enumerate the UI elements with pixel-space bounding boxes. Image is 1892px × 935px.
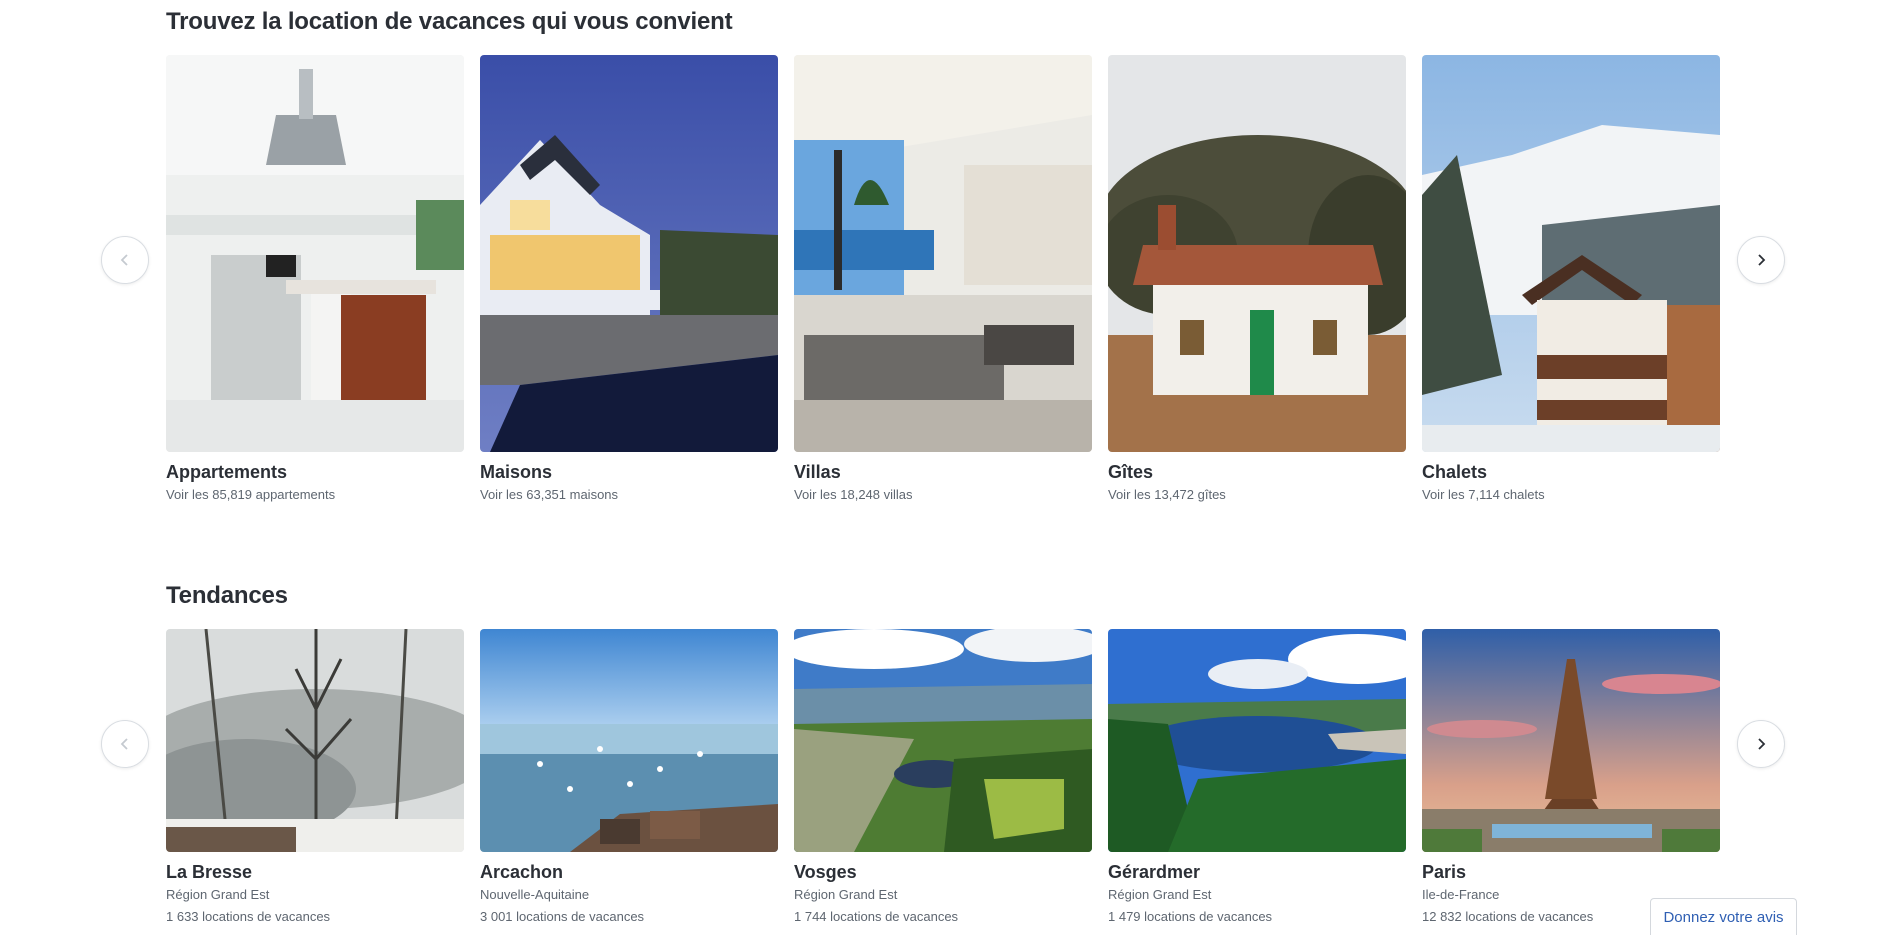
card-subtitle: Voir les 18,248 villas [794,487,913,502]
property-type-card-maisons[interactable]: Maisons Voir les 63,351 maisons [480,55,778,502]
villa-image [794,55,1092,452]
card-title: Gérardmer [1108,862,1201,882]
card-subtitle: Voir les 85,819 appartements [166,487,336,502]
chevron-right-icon [1758,738,1766,750]
carousel-prev-button[interactable] [101,236,149,284]
card-title: Chalets [1422,462,1488,482]
property-types-carousel: Appartements Voir les 85,819 appartement… [166,55,1720,502]
property-type-card-chalets[interactable]: Chalets Voir les 7,114 chalets [1422,55,1720,502]
feedback-button[interactable]: Donnez votre avis [1650,898,1797,935]
card-region: Région Grand Est [166,887,270,902]
card-region: Région Grand Est [1108,887,1212,902]
card-listing-count: 1 633 locations de vacances [166,909,331,924]
cottage-image [1108,55,1406,452]
gerardmer-image [1108,629,1406,852]
card-title: La Bresse [166,862,253,882]
chalet-image [1422,55,1720,452]
destination-card-paris[interactable]: Paris Ile-de-France 12 832 locations de … [1422,629,1720,924]
section-title-trending: Tendances [166,582,288,609]
card-region: Région Grand Est [794,887,898,902]
card-title: Paris [1422,862,1467,882]
destination-card-arcachon[interactable]: Arcachon Nouvelle-Aquitaine 3 001 locati… [480,629,778,924]
la-bresse-image [166,629,464,852]
house-image [480,55,778,452]
apartment-image [166,55,464,452]
arcachon-image [480,629,778,852]
card-title: Appartements [166,462,288,482]
card-subtitle: Voir les 13,472 gîtes [1108,487,1226,502]
card-subtitle: Voir les 63,351 maisons [480,487,619,502]
card-title: Villas [794,462,841,482]
paris-image [1422,629,1720,852]
destination-card-gerardmer[interactable]: Gérardmer Région Grand Est 1 479 locatio… [1108,629,1406,924]
carousel-prev-button[interactable] [101,720,149,768]
chevron-left-icon [120,738,128,750]
card-listing-count: 3 001 locations de vacances [480,909,645,924]
card-subtitle: Voir les 7,114 chalets [1422,487,1545,502]
card-title: Maisons [480,462,553,482]
card-listing-count: 1 744 locations de vacances [794,909,959,924]
carousel-next-button[interactable] [1737,720,1785,768]
card-title: Gîtes [1108,462,1154,482]
card-region: Nouvelle-Aquitaine [480,887,590,902]
property-type-card-villas[interactable]: Villas Voir les 18,248 villas [794,55,1092,502]
destination-card-la-bresse[interactable]: La Bresse Région Grand Est 1 633 locatio… [166,629,464,924]
property-type-card-gites[interactable]: Gîtes Voir les 13,472 gîtes [1108,55,1406,502]
property-type-card-appartements[interactable]: Appartements Voir les 85,819 appartement… [166,55,464,502]
card-title: Arcachon [480,862,564,882]
chevron-left-icon [120,254,128,266]
trending-destinations-carousel: La Bresse Région Grand Est 1 633 locatio… [166,629,1720,924]
destination-card-vosges[interactable]: Vosges Région Grand Est 1 744 locations … [794,629,1092,924]
carousel-next-button[interactable] [1737,236,1785,284]
card-title: Vosges [794,862,857,882]
section-title-property-types: Trouvez la location de vacances qui vous… [166,8,733,35]
vosges-image [794,629,1092,852]
card-listing-count: 1 479 locations de vacances [1108,909,1273,924]
chevron-right-icon [1758,254,1766,266]
